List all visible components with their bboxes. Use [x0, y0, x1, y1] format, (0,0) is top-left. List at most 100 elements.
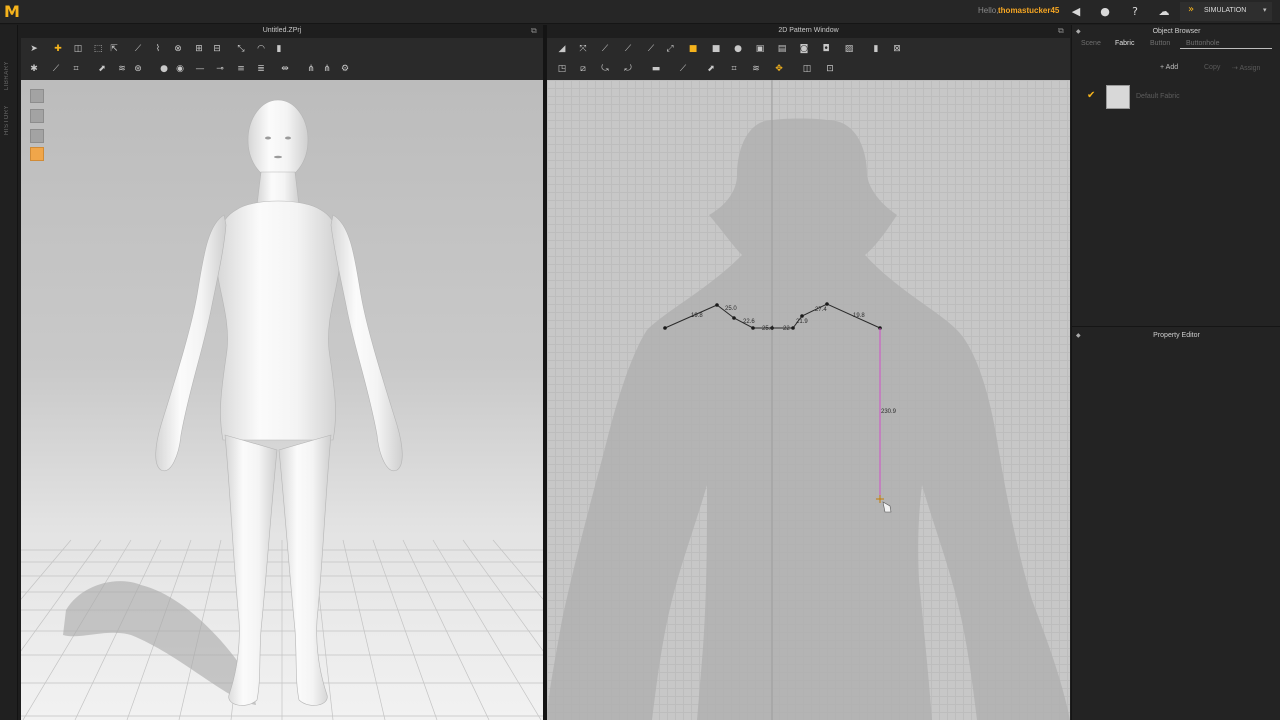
texture-2d-icon[interactable]: ⬈	[705, 63, 717, 75]
cloud-icon[interactable]: ☁	[1156, 4, 1172, 20]
rectangle-icon[interactable]: ■	[710, 43, 722, 55]
texture-icon[interactable]: ⌗	[70, 63, 82, 75]
tack-icon[interactable]: ⊞	[193, 43, 205, 55]
topstitch-icon[interactable]: —	[194, 63, 206, 75]
fold-arrange-icon[interactable]: ◳	[556, 63, 568, 75]
mannequin-icon[interactable]: ⋔	[321, 63, 333, 75]
box-select-icon[interactable]: ◫	[72, 43, 84, 55]
internal-circle-icon[interactable]: ◙	[798, 43, 810, 55]
arrange-icon[interactable]: ⇱	[108, 43, 120, 55]
measure-label: 22	[783, 326, 790, 332]
align-icon[interactable]: ⇹	[279, 63, 291, 75]
trace-icon[interactable]: ▨	[843, 43, 855, 55]
layer-icon[interactable]: ≡	[235, 63, 247, 75]
tab-buttonhole[interactable]: Buttonhole	[1186, 40, 1219, 47]
edit-curve-icon[interactable]: ⟋	[599, 43, 611, 55]
viewport-3d[interactable]	[21, 80, 543, 720]
tab-button[interactable]: Button	[1150, 40, 1170, 47]
pen-icon[interactable]: ⟋	[132, 43, 144, 55]
panel-divider	[1071, 326, 1280, 327]
free-sew-2d-icon[interactable]: ⤾	[622, 63, 634, 75]
assign-button[interactable]: ⇢ Assign	[1232, 64, 1260, 72]
tape-2d-icon[interactable]: ▬	[650, 63, 662, 75]
measure-label: 25.0	[725, 306, 737, 312]
tab-fabric[interactable]: Fabric	[1115, 40, 1134, 47]
polygon-icon[interactable]: ■	[687, 43, 699, 55]
maximize-3d-icon[interactable]: ⧉	[531, 26, 537, 36]
dart-icon[interactable]: ◘	[820, 43, 832, 55]
left-sidebar: LIBRARY HISTORY	[0, 25, 18, 720]
avatar-pose-icon[interactable]: ✱	[28, 63, 40, 75]
speaker-icon[interactable]: ◀	[1068, 4, 1084, 20]
pattern-canvas: 25.0 19.8 22.6 25.4 22 27.4 19.8 21.9 23…	[547, 80, 1070, 720]
seam-icon[interactable]: ⊸	[214, 63, 226, 75]
add-button[interactable]: + Add	[1160, 64, 1178, 71]
edit-pattern-icon[interactable]: ⤢	[664, 43, 676, 55]
add-label: Add	[1165, 64, 1179, 71]
measure-label: 230.9	[881, 409, 897, 415]
tape-icon[interactable]: ▮	[273, 43, 285, 55]
maximize-2d-icon[interactable]: ⧉	[1058, 26, 1064, 36]
segment-sew-2d-icon[interactable]: ⤿	[599, 63, 611, 75]
simulation-icon: »	[1188, 4, 1195, 15]
check-icon: ✔	[1087, 90, 1096, 101]
shrink-icon[interactable]: ≣	[255, 63, 267, 75]
edit-point-icon[interactable]: ⤧	[577, 43, 589, 55]
graphic-2d-icon[interactable]: ⌗	[728, 63, 740, 75]
transform-icon[interactable]: ✚	[52, 43, 64, 55]
internal-polygon-icon[interactable]: ▣	[754, 43, 766, 55]
check-sewing-icon[interactable]: ⊠	[891, 43, 903, 55]
internal-rectangle-icon[interactable]: ▤	[776, 43, 788, 55]
copy-button[interactable]: Copy	[1204, 64, 1220, 71]
view-garment-button[interactable]	[30, 129, 44, 143]
free-sewing-icon[interactable]: ◠	[255, 43, 267, 55]
viewport-2d[interactable]: 25.0 19.8 22.6 25.4 22 27.4 19.8 21.9 23…	[547, 80, 1070, 720]
fabric-name[interactable]: Default Fabric	[1136, 93, 1180, 100]
buttonhole-icon[interactable]: ◉	[174, 63, 186, 75]
window2d-title: 2D Pattern Window	[778, 27, 839, 34]
pin-icon[interactable]: ⊗	[172, 43, 184, 55]
history-tab[interactable]: HISTORY	[4, 105, 10, 135]
add-point-icon[interactable]: ⟋	[645, 43, 657, 55]
annotation-icon[interactable]: ✥	[773, 63, 785, 75]
measure-label: 25.4	[762, 326, 774, 332]
button-icon[interactable]: ●	[158, 63, 170, 75]
curve-point-icon[interactable]: ⟋	[622, 43, 634, 55]
fit-icon[interactable]: ⋔	[305, 63, 317, 75]
hanger-icon[interactable]: ⚙	[339, 63, 351, 75]
sewing-icon[interactable]: ▮	[870, 43, 882, 55]
select-move-icon[interactable]: ➤	[28, 43, 40, 55]
measure-icon[interactable]: ⟋	[50, 63, 62, 75]
view-avatar-button[interactable]	[30, 109, 44, 123]
library-tab[interactable]: LIBRARY	[4, 61, 10, 90]
toolbar-3d: ➤ ✚ ◫ ⬚ ⇱ ⟋ ⌇ ⊗ ⊞ ⊟ ⤡ ◠ ▮ ✱ ⟋ ⌗ ⬈ ≋ ⊛ ● …	[21, 38, 543, 80]
pleat-icon[interactable]: ≋	[750, 63, 762, 75]
tab-underline	[1180, 48, 1272, 49]
toolbar-2d: ◢ ⤧ ⟋ ⟋ ⟋ ⤢ ■ ■ ● ▣ ▤ ◙ ◘ ▨ ▮ ⊠ ◳ ⧄ ⤿ ⤾ …	[547, 38, 1070, 80]
zipper-icon[interactable]: ⊟	[211, 43, 223, 55]
transform-pattern-icon[interactable]: ◢	[556, 43, 568, 55]
fold-icon[interactable]: ⌇	[152, 43, 164, 55]
user-icon[interactable]: ●	[1097, 4, 1113, 20]
view-skin-button[interactable]	[30, 147, 44, 161]
puckering-icon[interactable]: ≋	[116, 63, 128, 75]
top-bar: M Hello, thomastucker45 ◀ ● ? ☁ » SIMULA…	[0, 0, 1280, 24]
window3d-title: Untitled.ZPrj	[262, 27, 302, 34]
scale-icon[interactable]: ⬚	[92, 43, 104, 55]
username-link[interactable]: thomastucker45	[998, 6, 1059, 15]
circle-icon[interactable]: ●	[732, 43, 744, 55]
graphic-icon[interactable]: ⊛	[132, 63, 144, 75]
notch-icon[interactable]: ◫	[801, 63, 813, 75]
grading-icon[interactable]: ⊡	[824, 63, 836, 75]
measure-2d-icon[interactable]: ⟋	[677, 63, 689, 75]
tab-scene[interactable]: Scene	[1081, 40, 1101, 47]
fabric-swatch[interactable]	[1106, 85, 1130, 109]
help-icon[interactable]: ?	[1127, 4, 1143, 20]
app-logo: M	[4, 2, 20, 21]
view-front-button[interactable]	[30, 89, 44, 103]
chevron-down-icon[interactable]: ▾	[1263, 6, 1267, 14]
segment-sewing-icon[interactable]: ⤡	[235, 43, 247, 55]
edit-sewing-icon[interactable]: ⧄	[577, 63, 589, 75]
edit-texture-icon[interactable]: ⬈	[96, 63, 108, 75]
measure-label: 22.6	[743, 319, 755, 325]
